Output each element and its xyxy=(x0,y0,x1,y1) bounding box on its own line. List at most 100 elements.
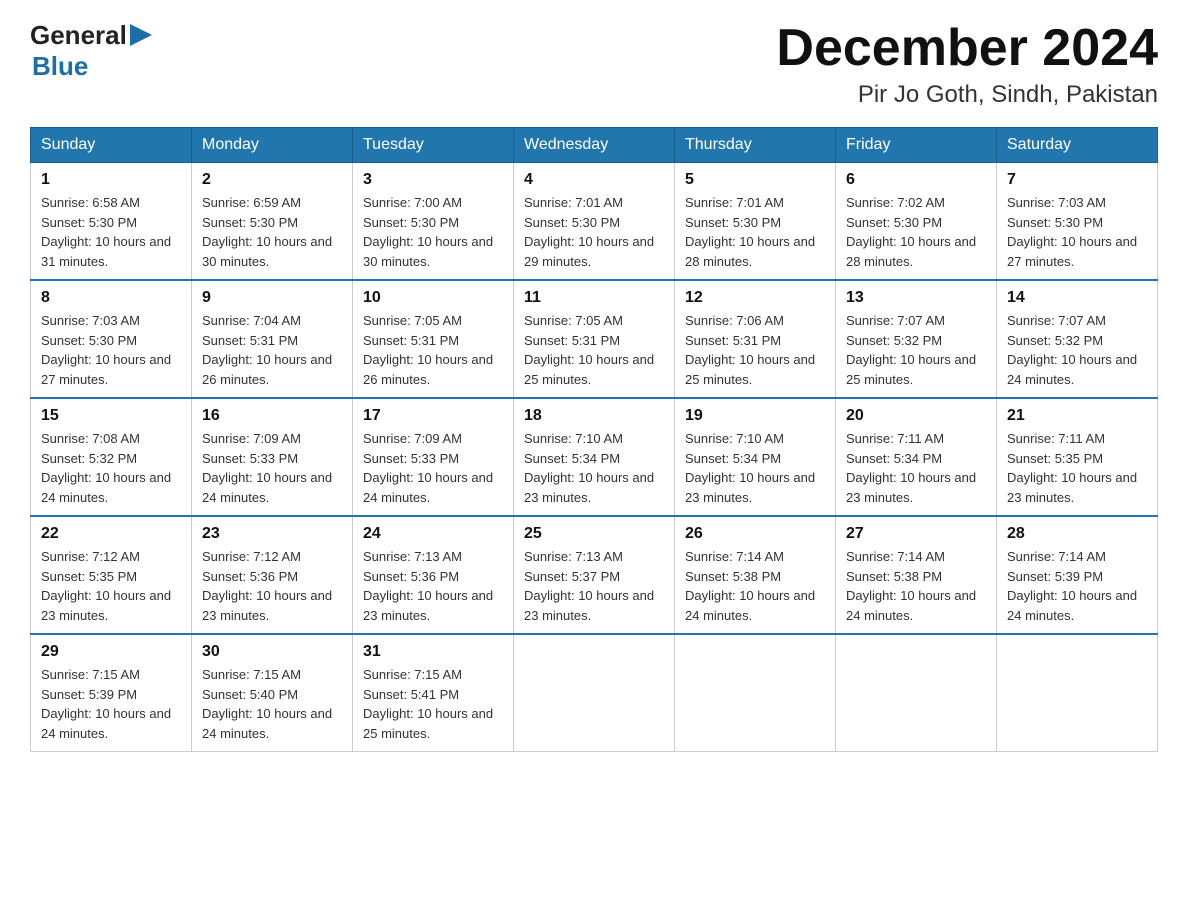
calendar-week-row: 1 Sunrise: 6:58 AMSunset: 5:30 PMDayligh… xyxy=(31,163,1158,281)
calendar-cell: 29 Sunrise: 7:15 AMSunset: 5:39 PMDaylig… xyxy=(31,634,192,752)
calendar-cell: 18 Sunrise: 7:10 AMSunset: 5:34 PMDaylig… xyxy=(514,398,675,516)
calendar-cell: 5 Sunrise: 7:01 AMSunset: 5:30 PMDayligh… xyxy=(675,163,836,281)
day-number: 28 xyxy=(1007,525,1147,543)
calendar-cell: 1 Sunrise: 6:58 AMSunset: 5:30 PMDayligh… xyxy=(31,163,192,281)
calendar-cell: 24 Sunrise: 7:13 AMSunset: 5:36 PMDaylig… xyxy=(353,516,514,634)
calendar-table: Sunday Monday Tuesday Wednesday Thursday… xyxy=(30,127,1158,752)
day-number: 5 xyxy=(685,171,825,189)
calendar-cell: 4 Sunrise: 7:01 AMSunset: 5:30 PMDayligh… xyxy=(514,163,675,281)
day-number: 10 xyxy=(363,289,503,307)
col-saturday: Saturday xyxy=(997,128,1158,163)
calendar-cell: 21 Sunrise: 7:11 AMSunset: 5:35 PMDaylig… xyxy=(997,398,1158,516)
col-wednesday: Wednesday xyxy=(514,128,675,163)
day-info: Sunrise: 7:13 AMSunset: 5:36 PMDaylight:… xyxy=(363,549,493,623)
day-number: 24 xyxy=(363,525,503,543)
calendar-week-row: 8 Sunrise: 7:03 AMSunset: 5:30 PMDayligh… xyxy=(31,280,1158,398)
day-info: Sunrise: 7:07 AMSunset: 5:32 PMDaylight:… xyxy=(846,313,976,387)
col-tuesday: Tuesday xyxy=(353,128,514,163)
day-info: Sunrise: 7:11 AMSunset: 5:35 PMDaylight:… xyxy=(1007,431,1137,505)
calendar-cell xyxy=(675,634,836,752)
calendar-cell: 20 Sunrise: 7:11 AMSunset: 5:34 PMDaylig… xyxy=(836,398,997,516)
day-info: Sunrise: 7:13 AMSunset: 5:37 PMDaylight:… xyxy=(524,549,654,623)
calendar-cell: 9 Sunrise: 7:04 AMSunset: 5:31 PMDayligh… xyxy=(192,280,353,398)
day-number: 22 xyxy=(41,525,181,543)
day-number: 16 xyxy=(202,407,342,425)
day-number: 1 xyxy=(41,171,181,189)
day-number: 17 xyxy=(363,407,503,425)
day-info: Sunrise: 7:03 AMSunset: 5:30 PMDaylight:… xyxy=(41,313,171,387)
day-info: Sunrise: 7:12 AMSunset: 5:36 PMDaylight:… xyxy=(202,549,332,623)
day-number: 6 xyxy=(846,171,986,189)
logo-general-text: General xyxy=(30,20,127,51)
day-info: Sunrise: 7:01 AMSunset: 5:30 PMDaylight:… xyxy=(685,195,815,269)
col-thursday: Thursday xyxy=(675,128,836,163)
logo-arrow-icon xyxy=(130,24,152,46)
calendar-cell: 13 Sunrise: 7:07 AMSunset: 5:32 PMDaylig… xyxy=(836,280,997,398)
calendar-week-row: 29 Sunrise: 7:15 AMSunset: 5:39 PMDaylig… xyxy=(31,634,1158,752)
calendar-cell: 27 Sunrise: 7:14 AMSunset: 5:38 PMDaylig… xyxy=(836,516,997,634)
title-block: December 2024 Pir Jo Goth, Sindh, Pakist… xyxy=(776,20,1158,109)
calendar-cell xyxy=(514,634,675,752)
day-info: Sunrise: 7:14 AMSunset: 5:39 PMDaylight:… xyxy=(1007,549,1137,623)
day-info: Sunrise: 7:05 AMSunset: 5:31 PMDaylight:… xyxy=(363,313,493,387)
day-info: Sunrise: 7:09 AMSunset: 5:33 PMDaylight:… xyxy=(363,431,493,505)
day-number: 30 xyxy=(202,643,342,661)
day-info: Sunrise: 7:02 AMSunset: 5:30 PMDaylight:… xyxy=(846,195,976,269)
calendar-body: 1 Sunrise: 6:58 AMSunset: 5:30 PMDayligh… xyxy=(31,163,1158,752)
day-number: 11 xyxy=(524,289,664,307)
day-info: Sunrise: 7:06 AMSunset: 5:31 PMDaylight:… xyxy=(685,313,815,387)
calendar-cell: 31 Sunrise: 7:15 AMSunset: 5:41 PMDaylig… xyxy=(353,634,514,752)
day-number: 15 xyxy=(41,407,181,425)
col-sunday: Sunday xyxy=(31,128,192,163)
calendar-cell xyxy=(836,634,997,752)
day-number: 3 xyxy=(363,171,503,189)
day-info: Sunrise: 6:58 AMSunset: 5:30 PMDaylight:… xyxy=(41,195,171,269)
calendar-cell: 6 Sunrise: 7:02 AMSunset: 5:30 PMDayligh… xyxy=(836,163,997,281)
day-number: 25 xyxy=(524,525,664,543)
calendar-cell: 11 Sunrise: 7:05 AMSunset: 5:31 PMDaylig… xyxy=(514,280,675,398)
day-info: Sunrise: 7:10 AMSunset: 5:34 PMDaylight:… xyxy=(685,431,815,505)
day-number: 18 xyxy=(524,407,664,425)
day-info: Sunrise: 7:03 AMSunset: 5:30 PMDaylight:… xyxy=(1007,195,1137,269)
day-number: 27 xyxy=(846,525,986,543)
day-info: Sunrise: 7:07 AMSunset: 5:32 PMDaylight:… xyxy=(1007,313,1137,387)
logo-blue-text: Blue xyxy=(32,51,88,81)
calendar-cell: 15 Sunrise: 7:08 AMSunset: 5:32 PMDaylig… xyxy=(31,398,192,516)
day-number: 8 xyxy=(41,289,181,307)
day-number: 12 xyxy=(685,289,825,307)
calendar-week-row: 22 Sunrise: 7:12 AMSunset: 5:35 PMDaylig… xyxy=(31,516,1158,634)
month-year-title: December 2024 xyxy=(776,20,1158,77)
day-number: 29 xyxy=(41,643,181,661)
calendar-cell xyxy=(997,634,1158,752)
day-info: Sunrise: 7:00 AMSunset: 5:30 PMDaylight:… xyxy=(363,195,493,269)
calendar-cell: 12 Sunrise: 7:06 AMSunset: 5:31 PMDaylig… xyxy=(675,280,836,398)
calendar-cell: 28 Sunrise: 7:14 AMSunset: 5:39 PMDaylig… xyxy=(997,516,1158,634)
day-number: 9 xyxy=(202,289,342,307)
calendar-cell: 25 Sunrise: 7:13 AMSunset: 5:37 PMDaylig… xyxy=(514,516,675,634)
location-subtitle: Pir Jo Goth, Sindh, Pakistan xyxy=(776,81,1158,109)
day-number: 21 xyxy=(1007,407,1147,425)
day-number: 26 xyxy=(685,525,825,543)
day-info: Sunrise: 7:14 AMSunset: 5:38 PMDaylight:… xyxy=(846,549,976,623)
calendar-cell: 23 Sunrise: 7:12 AMSunset: 5:36 PMDaylig… xyxy=(192,516,353,634)
calendar-cell: 3 Sunrise: 7:00 AMSunset: 5:30 PMDayligh… xyxy=(353,163,514,281)
calendar-cell: 10 Sunrise: 7:05 AMSunset: 5:31 PMDaylig… xyxy=(353,280,514,398)
calendar-cell: 2 Sunrise: 6:59 AMSunset: 5:30 PMDayligh… xyxy=(192,163,353,281)
day-info: Sunrise: 7:04 AMSunset: 5:31 PMDaylight:… xyxy=(202,313,332,387)
calendar-cell: 30 Sunrise: 7:15 AMSunset: 5:40 PMDaylig… xyxy=(192,634,353,752)
calendar-cell: 16 Sunrise: 7:09 AMSunset: 5:33 PMDaylig… xyxy=(192,398,353,516)
day-number: 4 xyxy=(524,171,664,189)
calendar-week-row: 15 Sunrise: 7:08 AMSunset: 5:32 PMDaylig… xyxy=(31,398,1158,516)
calendar-cell: 17 Sunrise: 7:09 AMSunset: 5:33 PMDaylig… xyxy=(353,398,514,516)
day-info: Sunrise: 7:12 AMSunset: 5:35 PMDaylight:… xyxy=(41,549,171,623)
calendar-cell: 14 Sunrise: 7:07 AMSunset: 5:32 PMDaylig… xyxy=(997,280,1158,398)
day-info: Sunrise: 7:10 AMSunset: 5:34 PMDaylight:… xyxy=(524,431,654,505)
header-row: Sunday Monday Tuesday Wednesday Thursday… xyxy=(31,128,1158,163)
col-monday: Monday xyxy=(192,128,353,163)
day-number: 23 xyxy=(202,525,342,543)
calendar-cell: 7 Sunrise: 7:03 AMSunset: 5:30 PMDayligh… xyxy=(997,163,1158,281)
day-info: Sunrise: 7:08 AMSunset: 5:32 PMDaylight:… xyxy=(41,431,171,505)
day-info: Sunrise: 7:09 AMSunset: 5:33 PMDaylight:… xyxy=(202,431,332,505)
day-number: 14 xyxy=(1007,289,1147,307)
day-info: Sunrise: 7:01 AMSunset: 5:30 PMDaylight:… xyxy=(524,195,654,269)
